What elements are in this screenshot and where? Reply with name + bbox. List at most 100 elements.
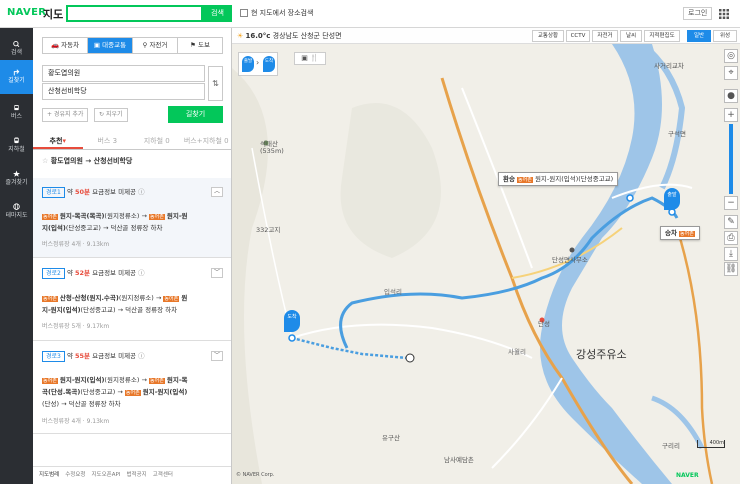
arrival-pin-icon[interactable]: 도착 xyxy=(284,310,300,332)
route-option[interactable]: 경로2 약 52분 요금정보 미제공 ⓘ ﹀ 농어촌 산청-산청(원지.수곡)(… xyxy=(33,259,231,341)
map-label: 사월리 xyxy=(508,348,526,356)
info-icon[interactable]: ⓘ xyxy=(138,188,145,196)
layer-weather[interactable]: 날씨 xyxy=(620,30,642,42)
swap-icon[interactable]: ⇅ xyxy=(208,66,223,101)
route-option[interactable]: 경로3 약 55분 요금정보 미제공 ⓘ ﹀ 농어촌 원지-원지(입석)(원지정… xyxy=(33,342,231,434)
layer-satellite[interactable]: 위성 xyxy=(713,30,737,42)
tab-bus-subway[interactable]: 버스+지하철 0 xyxy=(182,134,232,149)
bus-line: 원 xyxy=(181,294,188,302)
layer-normal[interactable]: 일반 xyxy=(687,30,711,42)
nav-directions[interactable]: 길찾기 xyxy=(0,60,33,94)
compass-icon[interactable]: ◎ xyxy=(724,49,738,63)
zoom-slider[interactable] xyxy=(729,124,733,194)
bus-line: 지(입석) xyxy=(42,224,66,232)
bus-type-tag: 농어촌 xyxy=(149,214,165,220)
tab-recommended[interactable]: 추천▾ xyxy=(33,134,83,149)
nav-favorites[interactable]: 즐겨찾기 xyxy=(0,162,33,196)
tab-bus[interactable]: 버스 3 xyxy=(83,134,133,149)
tab-subway[interactable]: 지하철 0 xyxy=(132,134,182,149)
route-badge: 경로1 xyxy=(42,187,65,198)
top-bar: NAVER 지도 검색 현 지도에서 장소검색 로그인 xyxy=(0,0,740,28)
restaurant-icon: 🍴 xyxy=(310,54,319,62)
map-label: 강성주유소 xyxy=(576,348,627,361)
start-pin-icon: 출발 xyxy=(242,56,254,72)
layer-traffic[interactable]: 교통상황 xyxy=(532,30,564,42)
bus-icon xyxy=(14,105,19,111)
search-button[interactable]: 검색 xyxy=(203,5,232,22)
apps-grid-icon[interactable] xyxy=(719,9,729,19)
search-input[interactable] xyxy=(66,5,203,22)
ruler-icon[interactable]: ✎ xyxy=(724,215,738,229)
bus-line: 지-원지(입석) xyxy=(42,306,81,314)
mode-transit[interactable]: ▣ 대중교통 xyxy=(88,38,133,53)
poi-filter-button[interactable]: ▣ 🍴 xyxy=(294,52,326,65)
naver-logo[interactable]: NAVER xyxy=(7,7,46,18)
layer-bicycle[interactable]: 자전거 xyxy=(592,30,618,42)
layer-cctv[interactable]: CCTV xyxy=(566,30,590,42)
layer-cadastral[interactable]: 지적편집도 xyxy=(644,30,680,42)
transport-mode-tabs: 🚗 자동차 ▣ 대중교통 ⚲ 자전거 ⚑ 도보 xyxy=(42,37,223,54)
star-icon[interactable]: ☆ xyxy=(42,157,51,165)
nav-theme-map[interactable]: 테마지도 xyxy=(0,195,33,229)
chevron-down-icon[interactable]: ﹀ xyxy=(211,268,223,278)
origin-input[interactable]: 황도엽의원 xyxy=(42,65,205,82)
map-base[interactable] xyxy=(232,28,740,484)
bus-type-tag: 농어촌 xyxy=(149,378,165,384)
street-view-icon[interactable]: ● xyxy=(724,89,738,103)
map-canvas[interactable]: ☀ 16.0°c 경상남도 산청군 단성면 교통상황 CCTV 자전거 날씨 지… xyxy=(232,28,740,484)
print-icon[interactable]: ⎙ xyxy=(724,231,738,245)
download-icon[interactable]: ⤓ xyxy=(724,247,738,261)
bus-type-tag: 농어촌 xyxy=(42,378,58,384)
route-title-text: 황도엽의원 → 산청선비학당 xyxy=(50,157,133,165)
location-icon[interactable]: ⌖ xyxy=(724,66,738,80)
mode-walk[interactable]: ⚑ 도보 xyxy=(178,38,222,53)
directions-panel: 🚗 자동차 ▣ 대중교통 ⚲ 자전거 ⚑ 도보 황도엽의원 산청선비학당 ⇅ +… xyxy=(33,28,232,484)
nav-label: 길찾기 xyxy=(8,77,25,84)
clear-button[interactable]: ↻ 지우기 xyxy=(94,108,128,122)
footer-link[interactable]: 고객센터 xyxy=(153,467,173,484)
route-time: 55분 xyxy=(75,352,91,360)
tab-label: 추천 xyxy=(49,137,63,145)
route-type-tabs: 추천▾ 버스 3 지하철 0 버스+지하철 0 xyxy=(33,134,231,150)
chevron-down-icon[interactable]: ﹀ xyxy=(211,351,223,361)
nav-subway[interactable]: 지하철 xyxy=(0,129,33,163)
mode-car[interactable]: 🚗 자동차 xyxy=(43,38,88,53)
directions-icon xyxy=(13,69,20,76)
transfer-callout[interactable]: 환승 농어촌 원지-원지(입석)(단성중고교) xyxy=(498,172,619,186)
footer-link[interactable]: 수정요청 xyxy=(65,467,85,484)
map-label: 남사예담촌 xyxy=(444,456,474,464)
boarding-callout[interactable]: 승차 농어촌 xyxy=(660,226,700,240)
link-icon[interactable]: ⛓ xyxy=(724,262,738,276)
zoom-out-button[interactable]: − xyxy=(724,196,738,210)
walk-icon: ⚑ xyxy=(190,41,198,49)
nav-bus[interactable]: 버스 xyxy=(0,96,33,130)
info-icon[interactable]: ⓘ xyxy=(138,352,145,360)
clear-label: 지우기 xyxy=(105,111,123,118)
route-option[interactable]: 경로1 약 50분 요금정보 미제공 ⓘ ︿ 농어촌 원지-목곡(목곡)(원지정… xyxy=(33,178,231,258)
route-badge: 경로3 xyxy=(42,351,65,362)
chevron-up-icon[interactable]: ︿ xyxy=(211,187,223,197)
login-button[interactable]: 로그인 xyxy=(683,7,713,20)
add-waypoint-button[interactable]: + 경유지 추가 xyxy=(42,108,89,122)
nav-label: 즐겨찾기 xyxy=(5,179,28,186)
zoom-in-button[interactable]: + xyxy=(724,108,738,122)
bus-line: 산청-산청(원지.수곡) xyxy=(59,294,119,302)
mode-bicycle[interactable]: ⚲ 자전거 xyxy=(133,38,178,53)
mode-label: 대중교통 xyxy=(102,41,127,49)
route-description: 농어촌 산청-산청(원지.수곡)(원지정류소) → 농어촌 원 지-원지(입석)(… xyxy=(42,294,188,314)
route-endpoints-indicator[interactable]: 출발 › 도착 xyxy=(238,52,278,76)
route-meta: 버스정류장 5개 · 9.17km xyxy=(42,323,110,330)
area-search-checkbox[interactable] xyxy=(240,9,248,17)
footer-link[interactable]: 법적공지 xyxy=(126,467,146,484)
departure-pin-icon[interactable]: 출발 xyxy=(664,188,680,210)
info-icon[interactable]: ⓘ xyxy=(138,269,145,277)
footer-link[interactable]: 지도범례 xyxy=(39,467,59,484)
location-text: 경상남도 산청군 단성면 xyxy=(272,32,342,40)
destination-input[interactable]: 산청선비학당 xyxy=(42,83,205,100)
subway-icon xyxy=(14,137,19,144)
find-route-button[interactable]: 길찾기 xyxy=(168,106,223,123)
footer-link[interactable]: 지도오픈API xyxy=(92,467,121,484)
stop-name: (단성중고교) xyxy=(65,224,101,232)
fare-info: 요금정보 미제공 xyxy=(92,269,137,277)
map-logo[interactable]: 지도 xyxy=(43,6,63,22)
